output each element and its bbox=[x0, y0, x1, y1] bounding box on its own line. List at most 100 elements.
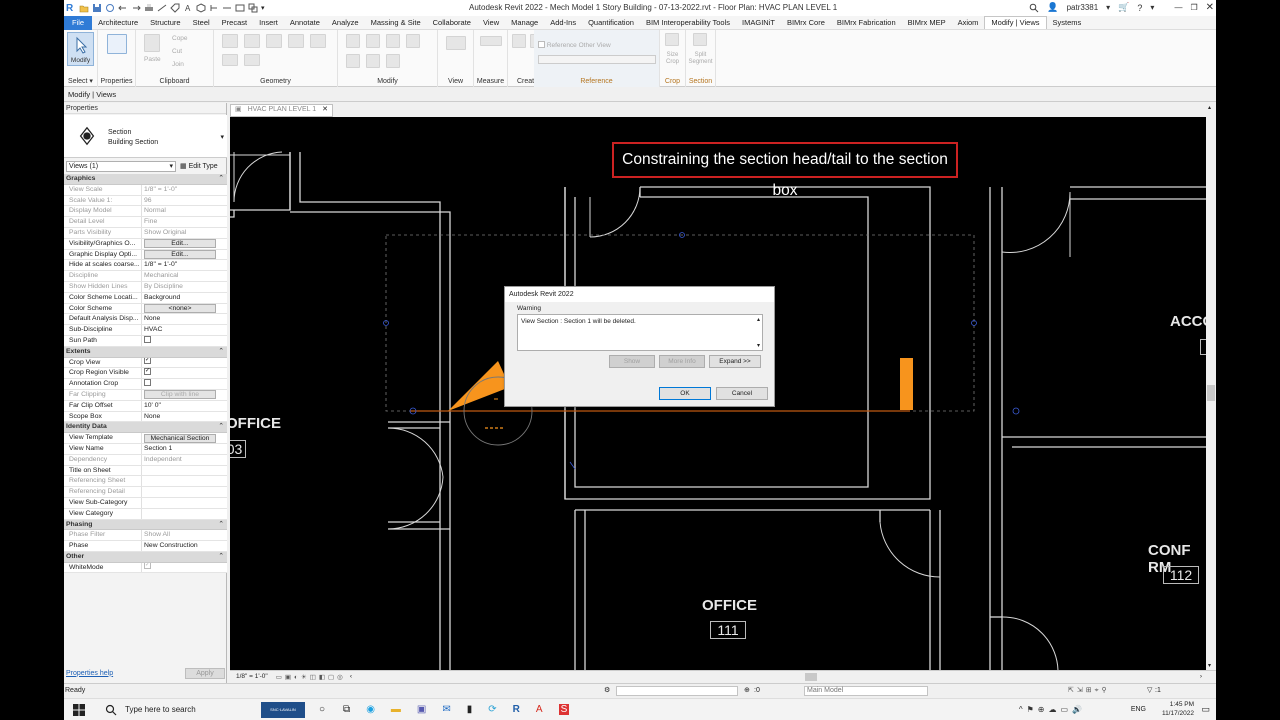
view-tab[interactable]: ▣ HVAC PLAN LEVEL 1 ✕ bbox=[230, 103, 333, 117]
room-number-office-center[interactable]: 111 bbox=[710, 621, 746, 639]
property-value[interactable]: None bbox=[142, 314, 227, 324]
acrobat-icon[interactable]: A bbox=[536, 704, 543, 715]
tag-icon[interactable] bbox=[170, 3, 180, 13]
snagit-icon[interactable]: S bbox=[558, 704, 570, 715]
save-icon[interactable] bbox=[92, 3, 102, 13]
section-header-other[interactable]: Other ⌃ bbox=[64, 551, 227, 563]
property-value[interactable]: Show All bbox=[142, 530, 227, 540]
tab-annotate[interactable]: Annotate bbox=[284, 16, 326, 30]
blue-grip-lower[interactable] bbox=[569, 461, 576, 470]
property-value[interactable]: Show Original bbox=[142, 228, 227, 238]
type-dropdown-icon[interactable]: ▾ bbox=[220, 133, 224, 141]
tab-manage[interactable]: Manage bbox=[505, 16, 544, 30]
paste-icon[interactable] bbox=[144, 34, 160, 52]
tab-axiom[interactable]: Axiom bbox=[952, 16, 985, 30]
tab-quantification[interactable]: Quantification bbox=[582, 16, 640, 30]
property-checkbox[interactable] bbox=[144, 379, 151, 386]
restore-icon[interactable]: ❐ bbox=[1190, 3, 1197, 12]
property-value[interactable]: ✓ bbox=[142, 562, 227, 573]
teams-icon[interactable]: ▣ bbox=[417, 704, 426, 715]
reference-other-view-checkbox[interactable]: Reference Other View bbox=[538, 41, 611, 49]
file-explorer-icon[interactable]: ▬ bbox=[391, 704, 401, 715]
room-tag-office-left[interactable]: OFFICE bbox=[230, 415, 281, 432]
property-value[interactable]: 96 bbox=[142, 196, 227, 206]
edit-type-icon[interactable]: ▦ bbox=[180, 162, 187, 170]
property-value[interactable] bbox=[142, 335, 227, 346]
filter-icon[interactable]: ▽ bbox=[1147, 684, 1152, 698]
tab-systems[interactable]: Systems bbox=[1047, 16, 1088, 30]
property-value[interactable] bbox=[142, 379, 227, 389]
windows-start-icon[interactable] bbox=[73, 703, 85, 716]
reference-view-dropdown[interactable] bbox=[538, 55, 656, 64]
property-value[interactable]: Independent bbox=[142, 455, 227, 465]
user-name[interactable]: patr3381 bbox=[1067, 3, 1099, 12]
property-value[interactable]: Section 1 bbox=[142, 444, 227, 454]
property-button[interactable]: Edit... bbox=[144, 250, 216, 260]
property-checkbox[interactable] bbox=[144, 335, 151, 343]
section-header-phasing[interactable]: Phasing ⌃ bbox=[64, 519, 227, 531]
switch-windows-icon[interactable] bbox=[248, 3, 258, 13]
cart-icon[interactable]: 🛒 bbox=[1118, 2, 1129, 13]
collapse-icon[interactable]: ⌃ bbox=[218, 174, 224, 185]
revit-logo-icon[interactable]: R bbox=[66, 3, 76, 14]
property-value[interactable]: ✓ bbox=[142, 357, 227, 368]
open-icon[interactable] bbox=[79, 3, 89, 13]
cancel-button[interactable]: Cancel bbox=[716, 387, 768, 400]
vertical-scrollbar[interactable]: ▴ ▾ bbox=[1206, 103, 1216, 670]
cope-button[interactable]: Cope bbox=[172, 35, 188, 42]
collapse-icon[interactable]: ⌃ bbox=[218, 552, 224, 563]
properties-help-link[interactable]: Properties help bbox=[66, 670, 113, 677]
more-info-button[interactable]: More Info bbox=[659, 355, 705, 368]
hscroll-right-icon[interactable]: › bbox=[1200, 673, 1202, 680]
sync-icon[interactable] bbox=[105, 3, 115, 13]
edge-icon[interactable]: ◉ bbox=[366, 704, 375, 715]
type-selector[interactable]: Section Building Section ▾ bbox=[64, 115, 227, 158]
cortana-icon[interactable]: ○ bbox=[319, 704, 325, 715]
views-selector[interactable]: Views (1) ▾ bbox=[66, 160, 176, 172]
close-icon[interactable]: ✕ bbox=[1206, 2, 1214, 13]
property-value[interactable]: New Construction bbox=[142, 541, 227, 551]
property-value[interactable] bbox=[142, 509, 227, 519]
workset-dropdown[interactable] bbox=[616, 686, 738, 696]
tab-massing-site[interactable]: Massing & Site bbox=[365, 16, 427, 30]
view-scale[interactable]: 1/8" = 1'-0" bbox=[236, 673, 268, 680]
system-tray-icons[interactable]: ^⚑⊕☁▭🔊 bbox=[1019, 705, 1086, 714]
property-value[interactable]: Clip with line bbox=[142, 390, 227, 400]
property-button[interactable]: <none> bbox=[144, 304, 216, 314]
room-tag-accounting[interactable]: ACCO bbox=[1170, 313, 1206, 330]
3d-view-icon[interactable] bbox=[196, 3, 206, 13]
property-value[interactable] bbox=[142, 487, 227, 497]
property-value[interactable]: Fine bbox=[142, 217, 227, 227]
property-value[interactable] bbox=[142, 476, 227, 486]
tab-view[interactable]: View bbox=[477, 16, 505, 30]
apply-button[interactable]: Apply bbox=[185, 667, 225, 679]
section-head-marker[interactable] bbox=[448, 361, 510, 411]
properties-button-icon[interactable] bbox=[107, 34, 127, 54]
scroll-thumb[interactable] bbox=[1207, 385, 1215, 401]
tab-insert[interactable]: Insert bbox=[253, 16, 284, 30]
tab-imaginit[interactable]: IMAGINiT bbox=[736, 16, 781, 30]
property-value[interactable]: <none> bbox=[142, 304, 227, 314]
property-value[interactable]: Edit... bbox=[142, 250, 227, 260]
tab-add-ins[interactable]: Add-Ins bbox=[544, 16, 582, 30]
cut-button[interactable]: Cut bbox=[172, 48, 182, 55]
search-icon[interactable] bbox=[105, 704, 117, 716]
tab-file[interactable]: File bbox=[64, 15, 93, 30]
room-number-office-left[interactable]: 03 bbox=[230, 440, 246, 458]
hscroll-left-icon[interactable]: ‹ bbox=[350, 673, 352, 680]
notifications-icon[interactable]: ▭ bbox=[1201, 704, 1210, 715]
tab-bim-interoperability-tools[interactable]: BIM Interoperability Tools bbox=[640, 16, 736, 30]
sticky-app-icon[interactable]: ▮ bbox=[467, 704, 473, 715]
section-header-graphics[interactable]: Graphics ⌃ bbox=[64, 174, 227, 185]
user-dropdown-icon[interactable]: ▾ bbox=[1106, 3, 1110, 12]
property-value[interactable]: Edit... bbox=[142, 239, 227, 249]
close-view-icon[interactable]: ✕ bbox=[322, 104, 328, 116]
thin-lines-icon[interactable] bbox=[222, 3, 232, 13]
blue-grip-right[interactable] bbox=[1012, 407, 1020, 415]
property-value[interactable]: None bbox=[142, 412, 227, 422]
edit-type-button[interactable]: Edit Type bbox=[189, 163, 218, 170]
view-control-icons[interactable]: ▭▣◐☀◫◧▢◎ bbox=[276, 673, 346, 681]
measure-icon[interactable] bbox=[157, 3, 167, 13]
worksets-icon[interactable]: ⚙ bbox=[604, 684, 610, 698]
tab-architecture[interactable]: Architecture bbox=[92, 16, 144, 30]
